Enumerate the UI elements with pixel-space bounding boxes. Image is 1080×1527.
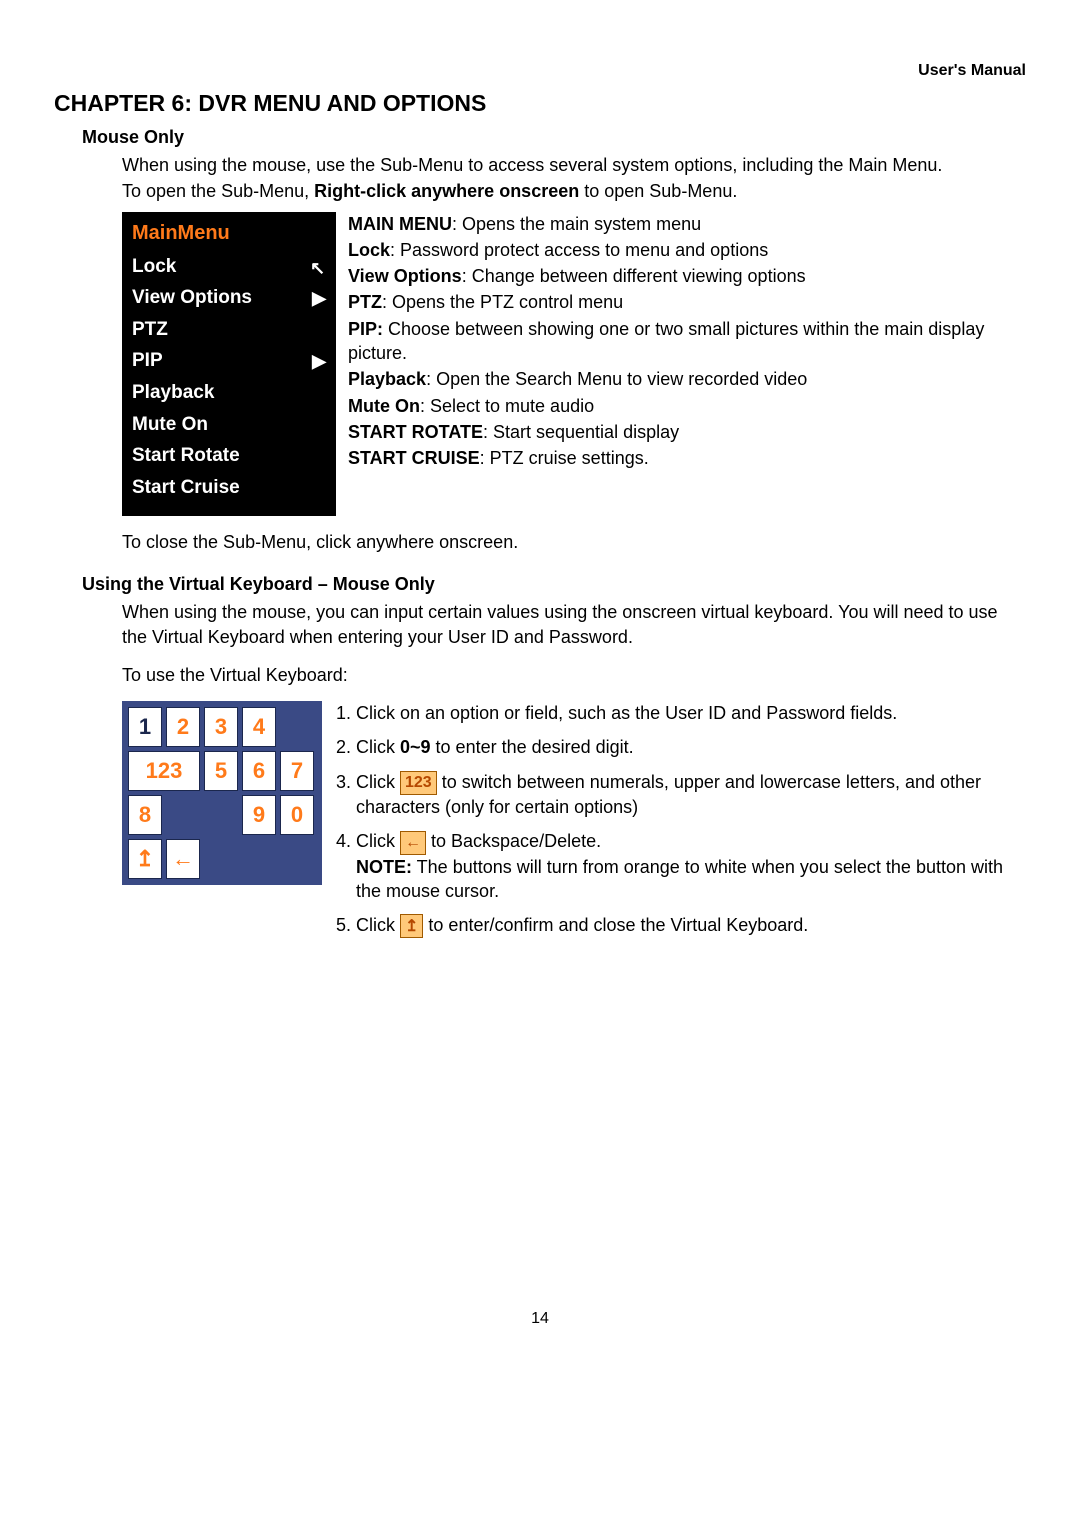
submenu-item-view-options[interactable]: View Options ▶ bbox=[132, 282, 326, 314]
key-3[interactable]: 3 bbox=[204, 707, 238, 747]
label: Mute On bbox=[132, 412, 208, 438]
text: to enter/confirm and close the Virtual K… bbox=[428, 915, 808, 935]
text: : Change between different viewing optio… bbox=[462, 266, 806, 286]
key-mode-123[interactable]: 123 bbox=[128, 751, 200, 791]
submenu-item-ptz[interactable]: PTZ bbox=[132, 314, 326, 346]
section-mouse-only: Mouse Only bbox=[82, 125, 1026, 149]
paragraph-close-submenu: To close the Sub-Menu, click anywhere on… bbox=[122, 530, 1026, 554]
text: : Opens the PTZ control menu bbox=[382, 292, 623, 312]
text: Click bbox=[356, 915, 400, 935]
label: View Options bbox=[348, 266, 462, 286]
text-bold: 0~9 bbox=[400, 737, 431, 757]
text: : Open the Search Menu to view recorded … bbox=[426, 369, 807, 389]
label: START CRUISE bbox=[348, 448, 480, 468]
label: MainMenu bbox=[132, 220, 230, 247]
label: Mute On bbox=[348, 396, 420, 416]
key-5[interactable]: 5 bbox=[204, 751, 238, 791]
label: View Options bbox=[132, 285, 252, 311]
text: To open the Sub-Menu, bbox=[122, 181, 314, 201]
submenu-item-playback[interactable]: Playback bbox=[132, 377, 326, 409]
paragraph-vk-intro: When using the mouse, you can input cert… bbox=[122, 600, 1026, 649]
virtual-keyboard: 1 2 3 4 123 5 6 7 8 9 0 ↥ ← bbox=[122, 701, 322, 885]
enter-icon: ↥ bbox=[400, 914, 423, 938]
paragraph-intro: When using the mouse, use the Sub-Menu t… bbox=[122, 153, 1026, 177]
step-2: Click 0~9 to enter the desired digit. bbox=[356, 735, 1026, 759]
label: Playback bbox=[132, 380, 214, 406]
submenu-item-lock[interactable]: Lock ↖ bbox=[132, 251, 326, 283]
submenu-screenshot: MainMenu Lock ↖ View Options ▶ PTZ PIP ▶… bbox=[122, 212, 336, 516]
paragraph-vk-use: To use the Virtual Keyboard: bbox=[122, 663, 1026, 687]
label: PIP bbox=[132, 348, 163, 374]
text: to enter the desired digit. bbox=[431, 737, 634, 757]
cursor-icon: ↖ bbox=[310, 256, 326, 276]
text: : PTZ cruise settings. bbox=[480, 448, 649, 468]
submenu-item-pip[interactable]: PIP ▶ bbox=[132, 345, 326, 377]
key-8[interactable]: 8 bbox=[128, 795, 162, 835]
text: Click bbox=[356, 737, 400, 757]
label: Lock bbox=[348, 240, 390, 260]
text: Click bbox=[356, 831, 400, 851]
key-backspace[interactable]: ← bbox=[166, 839, 200, 879]
key-enter[interactable]: ↥ bbox=[128, 839, 162, 879]
text: to switch between numerals, upper and lo… bbox=[356, 772, 981, 817]
vk-steps: Click on an option or field, such as the… bbox=[334, 701, 1026, 948]
key-2[interactable]: 2 bbox=[166, 707, 200, 747]
page-number: 14 bbox=[54, 1308, 1026, 1330]
text: Choose between showing one or two small … bbox=[348, 319, 984, 363]
submenu-item-start-cruise[interactable]: Start Cruise bbox=[132, 472, 326, 504]
step-4: Click ← to Backspace/Delete. NOTE: The b… bbox=[356, 829, 1026, 903]
paragraph-open-submenu: To open the Sub-Menu, Right-click anywhe… bbox=[122, 179, 1026, 203]
chevron-right-icon: ▶ bbox=[312, 349, 326, 373]
key-9[interactable]: 9 bbox=[242, 795, 276, 835]
submenu-item-start-rotate[interactable]: Start Rotate bbox=[132, 440, 326, 472]
text: Click bbox=[356, 772, 400, 792]
label: Start Cruise bbox=[132, 475, 240, 501]
section-virtual-keyboard: Using the Virtual Keyboard – Mouse Only bbox=[82, 572, 1026, 596]
text: : Start sequential display bbox=[483, 422, 679, 442]
label: MAIN MENU bbox=[348, 214, 452, 234]
submenu-item-mainmenu[interactable]: MainMenu bbox=[132, 220, 326, 247]
text: : Select to mute audio bbox=[420, 396, 594, 416]
note-text: The buttons will turn from orange to whi… bbox=[356, 857, 1003, 901]
label: PIP: bbox=[348, 319, 383, 339]
step-1: Click on an option or field, such as the… bbox=[356, 701, 1026, 725]
text-bold: Right-click anywhere onscreen bbox=[314, 181, 579, 201]
submenu-descriptions: MAIN MENU: Opens the main system menu Lo… bbox=[348, 212, 1026, 473]
label: PTZ bbox=[348, 292, 382, 312]
label: START ROTATE bbox=[348, 422, 483, 442]
key-7[interactable]: 7 bbox=[280, 751, 314, 791]
text: : Password protect access to menu and op… bbox=[390, 240, 768, 260]
key-4[interactable]: 4 bbox=[242, 707, 276, 747]
label: Start Rotate bbox=[132, 443, 240, 469]
key-1[interactable]: 1 bbox=[128, 707, 162, 747]
key-0[interactable]: 0 bbox=[280, 795, 314, 835]
text: to open Sub-Menu. bbox=[579, 181, 737, 201]
header-users-manual: User's Manual bbox=[54, 60, 1026, 82]
chevron-right-icon: ▶ bbox=[312, 286, 326, 310]
submenu-item-mute-on[interactable]: Mute On bbox=[132, 409, 326, 441]
label: Playback bbox=[348, 369, 426, 389]
backspace-icon: ← bbox=[400, 831, 426, 855]
text: to Backspace/Delete. bbox=[426, 831, 601, 851]
mode-123-icon: 123 bbox=[400, 771, 437, 795]
text: : Opens the main system menu bbox=[452, 214, 701, 234]
step-3: Click 123 to switch between numerals, up… bbox=[356, 770, 1026, 820]
label: PTZ bbox=[132, 317, 168, 343]
step-5: Click ↥ to enter/confirm and close the V… bbox=[356, 913, 1026, 938]
note-label: NOTE: bbox=[356, 857, 412, 877]
key-6[interactable]: 6 bbox=[242, 751, 276, 791]
label: Lock bbox=[132, 254, 176, 280]
chapter-title: CHAPTER 6: DVR MENU AND OPTIONS bbox=[54, 88, 1026, 119]
